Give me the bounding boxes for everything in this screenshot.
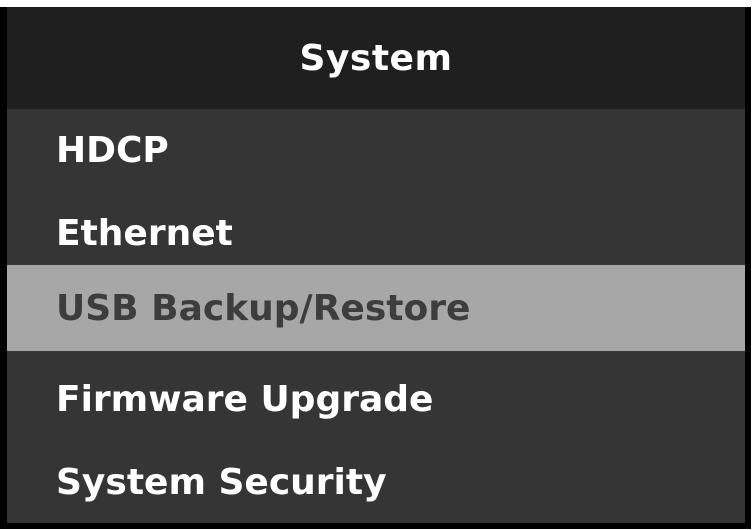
menu-item-hdcp[interactable]: HDCP [7,109,745,192]
menu-item-ethernet[interactable]: Ethernet [7,192,745,275]
menu-item-label: Ethernet [56,213,233,254]
menu-item-label: HDCP [56,130,169,171]
menu-item-label: USB Backup/Restore [56,287,471,329]
title-bar: System [7,7,745,109]
menu-item-label: System Security [56,462,387,503]
device-screen-frame: System HDCP Ethernet USB Backup/Restore … [0,7,751,529]
menu-item-label: Firmware Upgrade [56,379,434,420]
page-title: System [299,37,453,79]
system-menu: HDCP Ethernet USB Backup/Restore Firmwar… [7,109,745,523]
menu-item-firmware-upgrade[interactable]: Firmware Upgrade [7,358,745,441]
menu-item-usb-backup-restore[interactable]: USB Backup/Restore [7,265,745,351]
menu-item-system-security[interactable]: System Security [7,441,745,523]
system-menu-screen: System HDCP Ethernet USB Backup/Restore … [7,7,745,523]
